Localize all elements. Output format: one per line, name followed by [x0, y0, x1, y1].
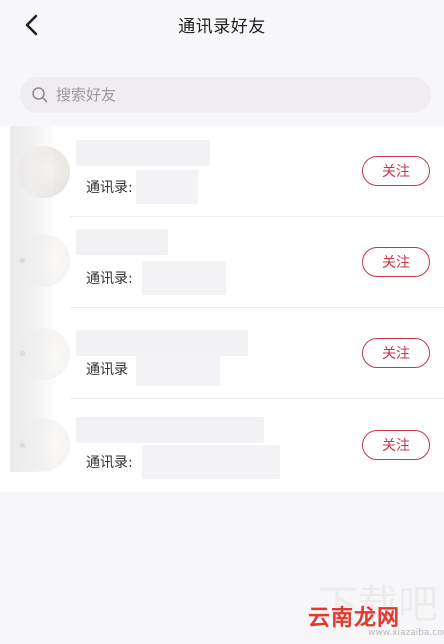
search-icon [32, 87, 48, 103]
follow-button[interactable]: 关注 [362, 156, 430, 186]
search-bar[interactable] [20, 77, 431, 113]
friend-row: 通讯录: 关注 [0, 217, 444, 308]
watermark-url: www.xiazaiba.com [368, 628, 444, 638]
friend-row: 通讯录 关注 [0, 308, 444, 399]
contact-label: 通讯录: [86, 180, 133, 196]
friend-name [76, 140, 210, 166]
follow-button[interactable]: 关注 [362, 430, 430, 460]
contact-label: 通讯录 [86, 362, 128, 378]
blur-overlay [10, 126, 54, 472]
friend-list: 通讯录: 关注 通讯录: 关注 通讯录 关注 通讯录: 关注 [0, 126, 444, 492]
contact-name [142, 445, 280, 479]
follow-button[interactable]: 关注 [362, 338, 430, 368]
contact-name [142, 261, 226, 295]
page-title: 通讯录好友 [178, 17, 266, 37]
search-input[interactable] [56, 77, 416, 113]
friend-row: 通讯录: 关注 [0, 126, 444, 217]
contacts-friends-screen: 通讯录好友 通讯录: 关注 通讯录: 关注 [0, 0, 444, 644]
header-bar: 通讯录好友 [0, 0, 444, 50]
contact-name [136, 170, 198, 204]
contact-name [136, 352, 220, 386]
friend-row: 通讯录: 关注 [0, 399, 444, 492]
follow-button[interactable]: 关注 [362, 247, 430, 277]
friend-name [76, 417, 264, 443]
contact-label: 通讯录: [86, 455, 133, 471]
contact-label: 通讯录: [86, 271, 133, 287]
friend-name [76, 229, 168, 255]
